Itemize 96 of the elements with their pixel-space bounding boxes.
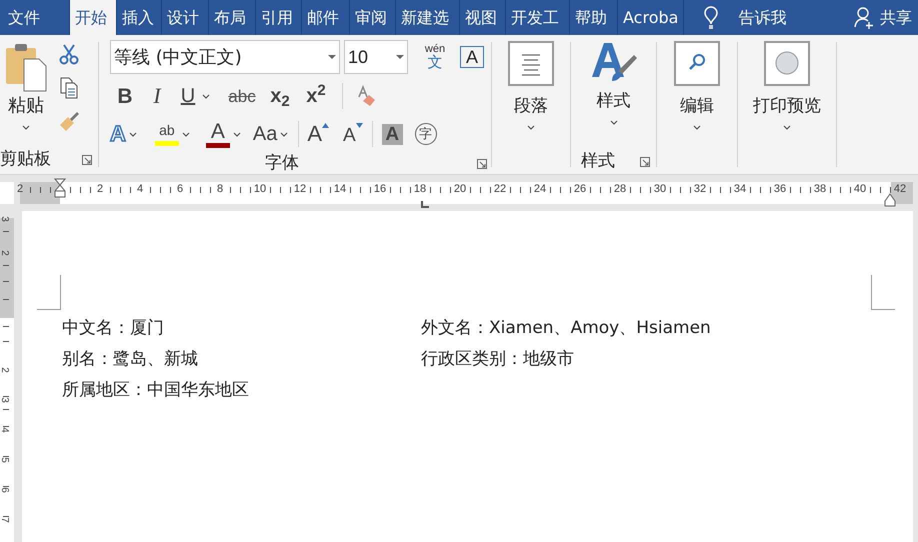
- ruler-number: 42: [894, 184, 906, 195]
- grow-font-button[interactable]: A: [307, 123, 330, 145]
- character-border-button[interactable]: A: [460, 46, 484, 68]
- ribbon-button[interactable]: 打印预览: [753, 41, 821, 130]
- strikethrough-button[interactable]: abc: [222, 88, 262, 104]
- ribbon-button[interactable]: 样式: [590, 41, 638, 125]
- superscript-button[interactable]: x$^{2}$: [298, 86, 334, 106]
- enclose-characters-button[interactable]: 字: [414, 123, 437, 145]
- copy-icon: [59, 77, 79, 99]
- italic-button[interactable]: I: [140, 85, 174, 107]
- triangle-down-icon: [356, 123, 363, 128]
- tell-me-button[interactable]: 告诉我: [736, 0, 788, 35]
- font-color-button[interactable]: A: [206, 120, 230, 148]
- group-label: 样式: [581, 153, 615, 170]
- highlight-button[interactable]: ab: [154, 122, 179, 146]
- document-text: 别名：鹭岛、新城: [62, 348, 199, 371]
- ruler-number: 4: [0, 427, 9, 433]
- caret-icon: [783, 125, 791, 130]
- bold-button[interactable]: B: [110, 86, 140, 106]
- paste-caret-icon: [22, 125, 30, 130]
- ruler-number: 20: [454, 184, 466, 195]
- dropdown-arrow-icon: [396, 55, 404, 59]
- ruler-number: 26: [574, 184, 586, 195]
- ruler-number: 4: [136, 184, 144, 195]
- change-case-button[interactable]: Aa: [252, 124, 278, 144]
- caret-icon: [280, 132, 288, 136]
- ruler-number: 36: [774, 184, 786, 195]
- phonetic-guide-button[interactable]: wén 文: [422, 44, 448, 70]
- tab-stop-icon: [421, 201, 429, 208]
- ruler-number: 28: [614, 184, 626, 195]
- ribbon-tab[interactable]: 开始: [70, 0, 117, 35]
- ruler-number: 34: [734, 184, 746, 195]
- ruler-number: 10: [254, 184, 266, 195]
- ruler-number: 24: [534, 184, 546, 195]
- ruler-number: 40: [854, 184, 866, 195]
- caret-icon: [202, 94, 210, 98]
- ruler-number: 2: [0, 367, 9, 373]
- ruler-number: 2: [16, 184, 24, 195]
- paragraph-icon: [508, 41, 554, 86]
- ruler-number: 6: [0, 487, 9, 493]
- clipboard-icon: [4, 43, 48, 93]
- lightbulb-icon: [702, 6, 720, 30]
- format-painter-button[interactable]: [58, 111, 80, 133]
- ruler-number: 22: [494, 184, 506, 195]
- document-text: 行政区类别：地级市: [421, 348, 574, 371]
- document-text: 中文名：厦门: [62, 317, 165, 340]
- circle-preview-icon: [764, 41, 810, 86]
- font-size-dropdown[interactable]: 10: [344, 40, 408, 74]
- character-shading-button[interactable]: A: [382, 124, 403, 144]
- cut-button[interactable]: [59, 43, 79, 65]
- triangle-up-icon: [322, 123, 330, 128]
- caret-icon: [527, 125, 535, 130]
- ruler-number: 7: [0, 517, 9, 523]
- ruler-number: 32: [694, 184, 706, 195]
- paste-button[interactable]: 粘贴: [0, 35, 52, 151]
- ruler-number: 5: [0, 457, 9, 463]
- copy-button[interactable]: [59, 77, 79, 99]
- ruler-number: 2: [0, 250, 9, 256]
- paintbrush-icon: [58, 111, 80, 133]
- subscript-button[interactable]: x$_{2}$: [262, 86, 298, 106]
- ribbon-button[interactable]: 段落: [508, 41, 554, 130]
- caret-icon: [182, 132, 190, 136]
- caret-icon: [610, 120, 618, 125]
- ruler-number: 18: [414, 184, 426, 195]
- margin-corner-icon: [871, 275, 895, 310]
- shrink-font-button[interactable]: A: [343, 123, 363, 145]
- caret-icon: [693, 125, 701, 130]
- dialog-launcher-icon: [82, 154, 92, 164]
- ruler-number: 3: [0, 397, 9, 403]
- ruler-number: 8: [216, 184, 224, 195]
- scissors-icon: [59, 43, 79, 65]
- margin-corner-icon: [37, 275, 61, 310]
- person-add-icon: [854, 6, 874, 30]
- dropdown-arrow-icon: [328, 55, 336, 59]
- group-label: 剪贴板: [0, 151, 51, 168]
- dialog-launcher-icon: [640, 156, 650, 166]
- font-name-dropdown[interactable]: 等线 (中文正文): [110, 40, 340, 74]
- letter-brush-icon: [590, 41, 638, 83]
- dialog-launcher-icon: [477, 158, 487, 168]
- search-icon: [674, 41, 720, 86]
- ruler-number: 6: [176, 184, 184, 195]
- ruler-number: 38: [814, 184, 826, 195]
- share-button[interactable]: 共享: [854, 0, 912, 35]
- caret-icon: [232, 132, 241, 136]
- ruler-number: 16: [374, 184, 386, 195]
- ruler-number: 14: [334, 184, 346, 195]
- ruler-number: 12: [294, 184, 306, 195]
- caret-icon: [128, 132, 137, 136]
- ribbon-button[interactable]: 编辑: [674, 41, 720, 130]
- ruler-number: 3: [0, 216, 9, 222]
- ruler-number: 30: [654, 184, 666, 195]
- document-text: 所属地区：中国华东地区: [62, 379, 250, 402]
- ruler-number: 2: [96, 184, 104, 195]
- underline-button[interactable]: U: [174, 86, 202, 106]
- group-label: 字体: [265, 155, 299, 172]
- document-text: 外文名：Xiamen、Amoy、Hsiamen: [421, 317, 711, 340]
